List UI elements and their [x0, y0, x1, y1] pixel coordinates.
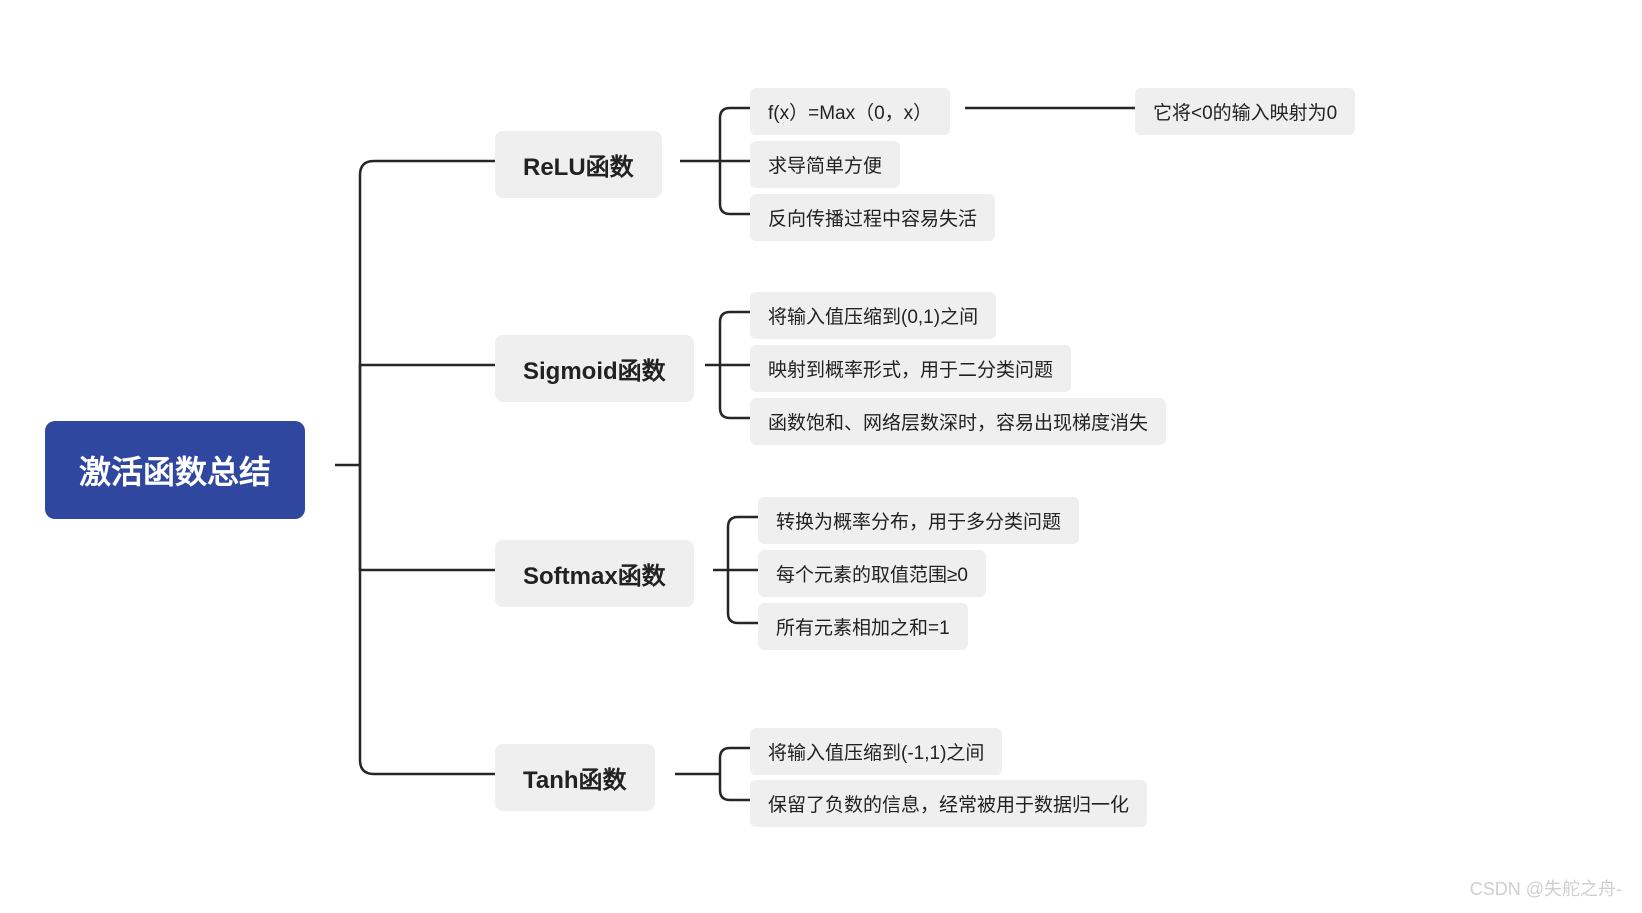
branch-sigmoid[interactable]: Sigmoid函数	[495, 335, 694, 402]
leaf-sigmoid-probability[interactable]: 映射到概率形式，用于二分类问题	[750, 345, 1071, 392]
branch-relu[interactable]: ReLU函数	[495, 131, 662, 198]
branch-tanh[interactable]: Tanh函数	[495, 744, 655, 811]
leaf-softmax-sum1[interactable]: 所有元素相加之和=1	[758, 603, 968, 650]
branch-softmax[interactable]: Softmax函数	[495, 540, 694, 607]
leaf-relu-derivative[interactable]: 求导简单方便	[750, 141, 900, 188]
leaf-softmax-dist[interactable]: 转换为概率分布，用于多分类问题	[758, 497, 1079, 544]
leaf-relu-formula-note[interactable]: 它将<0的输入映射为0	[1135, 88, 1355, 135]
leaf-sigmoid-vanishing[interactable]: 函数饱和、网络层数深时，容易出现梯度消失	[750, 398, 1166, 445]
leaf-relu-dying[interactable]: 反向传播过程中容易失活	[750, 194, 995, 241]
leaf-tanh-normalize[interactable]: 保留了负数的信息，经常被用于数据归一化	[750, 780, 1147, 827]
mindmap-root[interactable]: 激活函数总结	[45, 421, 305, 519]
leaf-relu-formula[interactable]: f(x）=Max（0，x）	[750, 88, 950, 135]
leaf-sigmoid-range[interactable]: 将输入值压缩到(0,1)之间	[750, 292, 996, 339]
leaf-softmax-nonneg[interactable]: 每个元素的取值范围≥0	[758, 550, 986, 597]
leaf-tanh-range[interactable]: 将输入值压缩到(-1,1)之间	[750, 728, 1002, 775]
watermark: CSDN @失舵之舟-	[1470, 875, 1622, 901]
